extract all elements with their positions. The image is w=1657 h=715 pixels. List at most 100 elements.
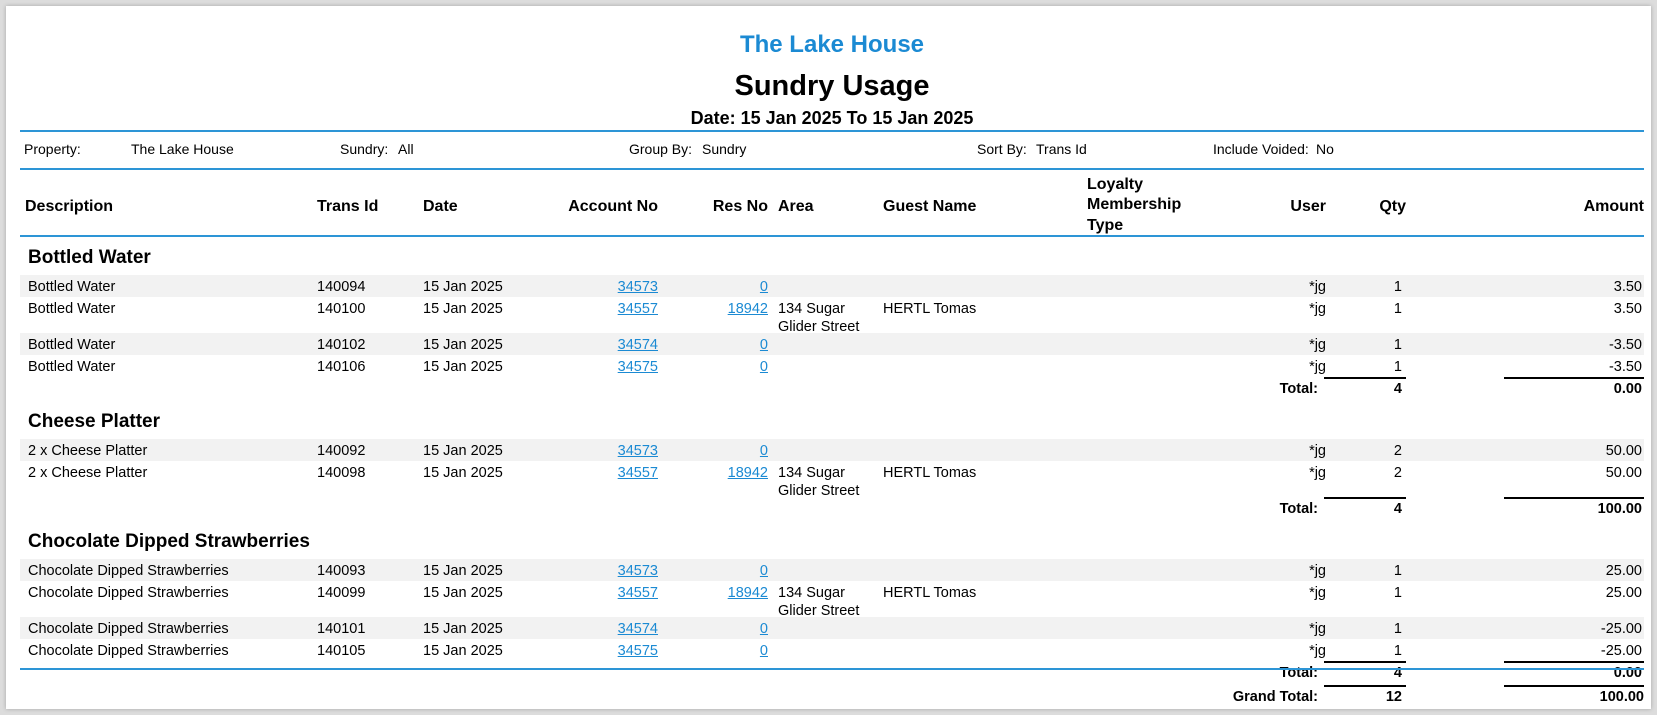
table-row: Chocolate Dipped Strawberries 140105 15 Ja… — [20, 639, 1644, 661]
row-trans-id: 140098 — [317, 465, 366, 481]
col-account-no: Account No — [568, 198, 658, 215]
res-no-link[interactable]: 0 — [760, 620, 768, 638]
row-trans-id: 140105 — [317, 643, 366, 659]
group-by-label: Group By: — [629, 141, 693, 157]
sort-by-label: Sort By: — [977, 141, 1027, 157]
total-amount: 0.00 — [1613, 665, 1642, 681]
grand-total-amount-rule — [1504, 685, 1644, 687]
res-no-link[interactable]: 18942 — [728, 464, 768, 482]
row-qty: 1 — [1393, 621, 1402, 637]
res-no-link[interactable]: 0 — [760, 358, 768, 376]
account-no-link[interactable]: 34573 — [618, 562, 658, 580]
row-guest-name: HERTL Tomas — [883, 301, 977, 317]
date-range: Date: 15 Jan 2025 To 15 Jan 2025 — [690, 108, 974, 128]
grand-total-label: Grand Total: — [1232, 689, 1318, 705]
account-no-link[interactable]: 34574 — [618, 620, 658, 638]
row-date: 15 Jan 2025 — [423, 643, 503, 659]
group-title: Bottled Water — [28, 247, 151, 268]
table-row: Chocolate Dipped Strawberries 140099 15 Ja… — [20, 581, 1644, 619]
col-area: Area — [778, 198, 814, 215]
row-trans-id: 140092 — [317, 443, 366, 459]
account-no-link[interactable]: 34557 — [618, 464, 658, 482]
col-user: User — [1290, 198, 1326, 215]
row-date: 15 Jan 2025 — [423, 563, 503, 579]
total-qty: 4 — [1393, 501, 1402, 517]
grand-total-qty-rule — [1324, 685, 1406, 687]
account-no-link[interactable]: 34575 — [618, 642, 658, 660]
row-area: 134 Sugar — [778, 301, 845, 317]
row-amount: 25.00 — [1605, 563, 1642, 579]
row-amount: 50.00 — [1605, 443, 1642, 459]
row-date: 15 Jan 2025 — [423, 465, 503, 481]
grand-total-amount: 100.00 — [1599, 689, 1644, 705]
row-date: 15 Jan 2025 — [423, 621, 503, 637]
row-amount: -25.00 — [1600, 643, 1642, 659]
row-description: 2 x Cheese Platter — [28, 443, 148, 459]
total-label: Total: — [1279, 665, 1318, 681]
col-loyalty-line2: Membership — [1087, 196, 1182, 213]
group-total-row: Total: 4 0.00 — [20, 377, 1644, 401]
row-qty: 1 — [1393, 337, 1402, 353]
account-no-link[interactable]: 34574 — [618, 336, 658, 354]
group-title: Cheese Platter — [28, 411, 161, 432]
row-amount: -25.00 — [1600, 621, 1642, 637]
total-label: Total: — [1279, 381, 1318, 397]
row-description: Chocolate Dipped Strawberries — [28, 563, 229, 579]
divider — [20, 168, 1644, 170]
table-row: Chocolate Dipped Strawberries 140101 15 Ja… — [20, 617, 1644, 639]
row-description: Bottled Water — [28, 359, 116, 375]
row-qty: 1 — [1393, 643, 1402, 659]
table-row: 2 x Cheese Platter 140092 15 Jan 2025 34573… — [20, 439, 1644, 461]
group-total-row: Total: 4 100.00 — [20, 497, 1644, 521]
row-qty: 2 — [1393, 443, 1402, 459]
sort-by-value: Trans Id — [1036, 141, 1087, 157]
row-user: *jg — [1309, 443, 1326, 459]
row-description: Chocolate Dipped Strawberries — [28, 585, 229, 601]
account-no-link[interactable]: 34557 — [618, 300, 658, 318]
row-date: 15 Jan 2025 — [423, 301, 503, 317]
table-row: 2 x Cheese Platter 140098 15 Jan 2025 34557… — [20, 461, 1644, 499]
total-amount-rule — [1504, 661, 1644, 663]
row-area: 134 Sugar — [778, 585, 845, 601]
res-no-link[interactable]: 0 — [760, 642, 768, 660]
account-no-link[interactable]: 34573 — [618, 278, 658, 296]
sundry-filter-value: All — [398, 141, 414, 157]
row-user: *jg — [1309, 279, 1326, 295]
total-label: Total: — [1279, 501, 1318, 517]
row-date: 15 Jan 2025 — [423, 443, 503, 459]
res-no-link[interactable]: 0 — [760, 278, 768, 296]
table-header: Description Trans Id Date Account No Res… — [20, 172, 1644, 237]
row-amount: 3.50 — [1613, 279, 1642, 295]
grand-total-qty: 12 — [1385, 689, 1402, 705]
res-no-link[interactable]: 18942 — [728, 300, 768, 318]
row-date: 15 Jan 2025 — [423, 279, 503, 295]
total-amount: 100.00 — [1597, 501, 1642, 517]
col-res-no: Res No — [712, 198, 768, 215]
account-no-link[interactable]: 34557 — [618, 584, 658, 602]
row-guest-name: HERTL Tomas — [883, 465, 977, 481]
res-no-link[interactable]: 0 — [760, 336, 768, 354]
account-no-link[interactable]: 34575 — [618, 358, 658, 376]
row-description: Bottled Water — [28, 279, 116, 295]
total-qty-rule — [1324, 497, 1406, 499]
total-qty: 4 — [1393, 665, 1402, 681]
sundry-usage-report: The Lake House Sundry Usage Date: 15 Jan… — [20, 6, 1644, 709]
res-no-link[interactable]: 0 — [760, 442, 768, 460]
res-no-link[interactable]: 18942 — [728, 584, 768, 602]
row-trans-id: 140094 — [317, 279, 366, 295]
property-filter-label: Property: — [24, 141, 81, 157]
row-amount: 25.00 — [1605, 585, 1642, 601]
row-trans-id: 140101 — [317, 621, 366, 637]
row-qty: 1 — [1393, 563, 1402, 579]
col-loyalty-line3: Type — [1087, 217, 1124, 234]
total-amount-rule — [1504, 377, 1644, 379]
account-no-link[interactable]: 34573 — [618, 442, 658, 460]
row-qty: 1 — [1393, 301, 1402, 317]
res-no-link[interactable]: 0 — [760, 562, 768, 580]
row-date: 15 Jan 2025 — [423, 337, 503, 353]
report-title: Sundry Usage — [734, 70, 930, 102]
table-body: Bottled Water Bottled Water 140094 15 Jan 2… — [20, 237, 1644, 685]
row-description: Bottled Water — [28, 337, 116, 353]
row-trans-id: 140102 — [317, 337, 366, 353]
row-user: *jg — [1309, 359, 1326, 375]
